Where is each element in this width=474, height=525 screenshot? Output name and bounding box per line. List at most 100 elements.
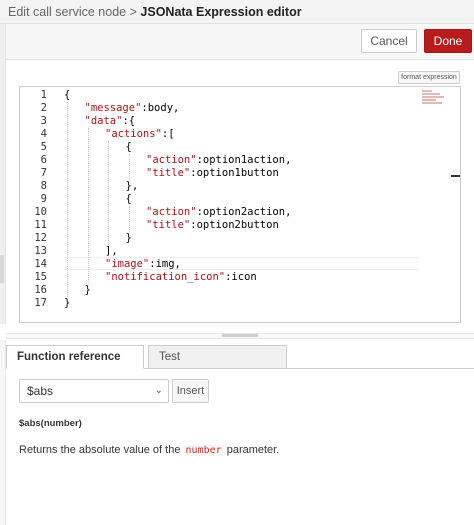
code-token: {: [125, 141, 132, 153]
dialog-toolbar: Cancel Done: [6, 24, 474, 60]
indent-guide: [87, 128, 89, 284]
code-token: :[: [161, 128, 175, 140]
description-text-before: Returns the absolute value of the: [19, 444, 181, 456]
description-parameter-code: number: [183, 445, 224, 456]
code-text: {: [64, 89, 70, 102]
code-key: "image": [105, 258, 150, 270]
line-number: 10: [34, 206, 47, 218]
code-token: },: [125, 180, 139, 192]
line-number: 6: [40, 154, 47, 166]
code-line[interactable]: 15 "notification_icon":icon: [20, 271, 460, 284]
code-token: :body,: [141, 102, 180, 114]
code-token: }: [125, 232, 132, 244]
code-line[interactable]: 5{: [20, 141, 460, 154]
indent-guide: [108, 141, 109, 245]
code-key: "action": [146, 154, 197, 166]
code-token: {: [64, 89, 71, 101]
code-text: "message":body,: [85, 102, 180, 115]
line-number: 11: [34, 219, 47, 231]
code-token: :option2action,: [196, 206, 292, 218]
line-number: 15: [34, 271, 47, 283]
code-line[interactable]: 7 "title":option1button: [20, 167, 460, 180]
line-number: 9: [40, 193, 47, 205]
code-token: {: [125, 193, 132, 205]
code-text: "title":option1button: [146, 167, 279, 180]
code-key: "title": [146, 219, 191, 231]
indent-guide: [128, 206, 130, 232]
line-number: 17: [34, 297, 47, 309]
code-token: :{: [122, 115, 136, 127]
code-text: "action":option2action,: [146, 206, 291, 219]
cancel-button[interactable]: Cancel: [361, 29, 417, 53]
line-number: 2: [40, 102, 47, 114]
line-number: 1: [40, 89, 47, 101]
code-token: :option1button: [190, 167, 279, 179]
code-line[interactable]: 2 "message":body,: [20, 102, 460, 115]
code-line[interactable]: 17}: [20, 297, 460, 310]
line-number: 7: [40, 167, 47, 179]
code-text: {: [126, 141, 132, 154]
code-line[interactable]: 1{: [20, 89, 460, 102]
code-text: ],: [105, 245, 118, 258]
code-text: }: [85, 284, 91, 297]
code-text: {: [126, 193, 132, 206]
code-token: :option1action,: [196, 154, 292, 166]
resize-handle[interactable]: [0, 255, 4, 283]
code-key: "action": [146, 206, 197, 218]
line-number: 4: [40, 128, 47, 140]
function-description: Returns the absolute value of the number…: [19, 444, 279, 456]
code-line[interactable]: 4 "actions":[: [20, 128, 460, 141]
tab-function-reference[interactable]: Function reference: [6, 345, 144, 369]
line-number: 8: [40, 180, 47, 192]
code-key: "title": [146, 167, 191, 179]
chevron-down-icon: ⌄: [154, 385, 163, 396]
code-key: "data": [84, 115, 123, 127]
code-line[interactable]: 8},: [20, 180, 460, 193]
code-text: "actions":[: [105, 128, 175, 141]
code-key: "notification_icon": [105, 271, 226, 283]
code-line[interactable]: 10 "action":option2action,: [20, 206, 460, 219]
code-token: :icon: [225, 271, 257, 283]
function-signature: $abs(number): [19, 418, 82, 429]
line-number: 12: [34, 232, 47, 244]
done-button[interactable]: Done: [424, 29, 472, 53]
line-number: 5: [40, 141, 47, 153]
dialog-title-bar: Edit call service node > JSONata Express…: [0, 0, 474, 24]
indent-guide: [128, 154, 130, 180]
line-number: 16: [34, 284, 47, 296]
description-text-after: parameter.: [226, 444, 280, 456]
line-number: 14: [34, 258, 47, 270]
code-text: "action":option1action,: [146, 154, 291, 167]
breadcrumb[interactable]: Edit call service node: [8, 5, 126, 19]
code-line[interactable]: 14 "image":img,: [20, 258, 460, 271]
code-line[interactable]: 13],: [20, 245, 460, 258]
code-text: "data":{: [85, 115, 136, 128]
breadcrumb-separator: >: [129, 5, 137, 19]
panel-splitter[interactable]: [6, 333, 474, 339]
code-key: "message": [84, 102, 142, 114]
page-title: JSONata Expression editor: [140, 5, 302, 19]
code-line[interactable]: 16}: [20, 284, 460, 297]
code-token: ],: [105, 245, 118, 257]
code-line[interactable]: 9{: [20, 193, 460, 206]
code-text: "notification_icon":icon: [105, 271, 257, 284]
code-line[interactable]: 12}: [20, 232, 460, 245]
function-select-value: $abs: [27, 384, 54, 398]
code-token: }: [84, 284, 91, 296]
code-line[interactable]: 11 "title":option2button: [20, 219, 460, 232]
format-expression-button[interactable]: format expression: [398, 71, 460, 84]
code-key: "actions": [105, 128, 162, 140]
line-number: 3: [40, 115, 47, 127]
function-select[interactable]: $abs ⌄: [19, 379, 169, 403]
code-line[interactable]: 6 "action":option1action,: [20, 154, 460, 167]
code-line[interactable]: 3 "data":{: [20, 115, 460, 128]
code-text: "image":img,: [105, 258, 181, 271]
insert-button[interactable]: Insert: [172, 379, 209, 403]
code-text: }: [126, 232, 132, 245]
code-text: },: [126, 180, 139, 193]
splitter-handle[interactable]: [222, 334, 258, 337]
tab-test[interactable]: Test: [148, 345, 287, 369]
expression-editor[interactable]: 1{2 "message":body, 3 "data":{4 "actions":[5…: [19, 86, 461, 323]
code-text: "title":option2button: [146, 219, 279, 232]
code-token: :img,: [149, 258, 181, 270]
